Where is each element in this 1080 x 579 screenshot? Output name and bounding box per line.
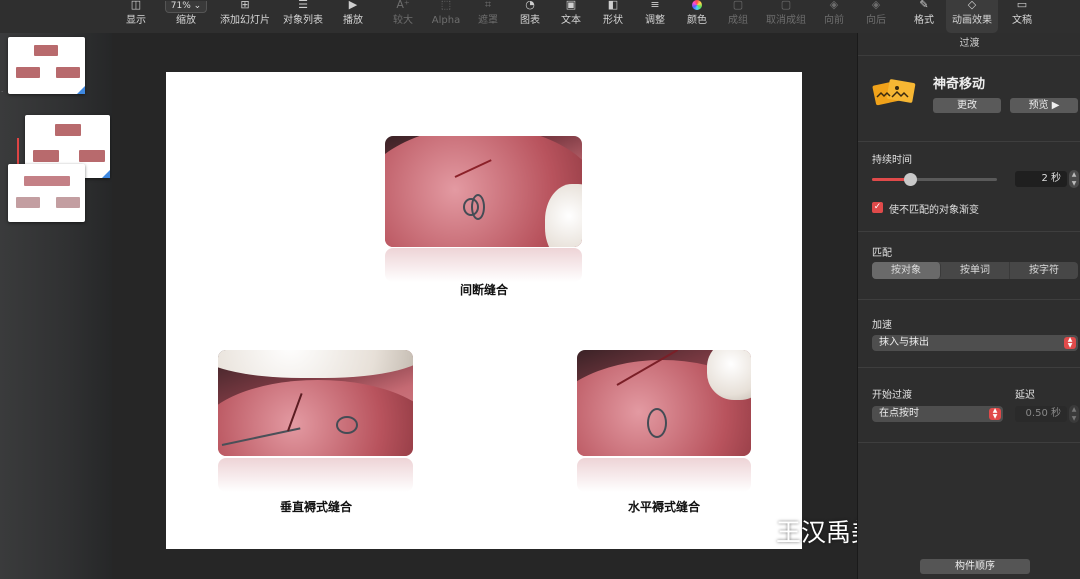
shape-icon: ◧: [607, 0, 619, 11]
selection-corner: [102, 170, 110, 178]
zoom-value[interactable]: 71% ⌄: [165, 1, 207, 13]
slide-navigator: ·: [0, 33, 112, 579]
select-arrow-icon: ▲ ▼: [1064, 337, 1076, 349]
caption-interrupted: 间断缝合: [459, 283, 509, 297]
slide-canvas[interactable]: 间断缝合 垂直褥式缝合 水平褥式缝合: [166, 72, 802, 549]
photo-reflection: [577, 458, 751, 492]
toolbar-mask-button[interactable]: ⌗ 遮罩: [478, 0, 498, 33]
toolbar-send-backward-button[interactable]: ◈ 向后: [866, 0, 886, 33]
selection-corner: [77, 86, 85, 94]
text-icon: ▣: [565, 0, 577, 11]
select-arrow-icon: ▲ ▼: [989, 408, 1001, 420]
ungroup-icon: ▢: [780, 0, 792, 11]
toolbar-format-button[interactable]: ✎ 格式: [914, 0, 934, 33]
wechat-icon: [736, 517, 771, 544]
format-brush-icon: ✎: [919, 0, 929, 11]
slide-thumbnail-3[interactable]: [8, 164, 85, 222]
list-icon: ☰: [298, 0, 308, 11]
toolbar-text-button[interactable]: ▣ 文本: [561, 0, 581, 33]
caption-vertical-mattress: 垂直褥式缝合: [279, 500, 353, 514]
group-icon: ▢: [732, 0, 744, 11]
delay-field[interactable]: 0.50 秒: [1015, 406, 1067, 422]
duration-label: 持续时间: [872, 155, 912, 166]
toolbar-adjust-button[interactable]: ≡ 调整: [645, 0, 665, 33]
start-transition-select[interactable]: 在点按时 ▲ ▼: [872, 406, 1003, 422]
toolbar: ◫ 显示 71% ⌄ 缩放 ⊞ 添加幻灯片 ☰ 对象列表 ▶ 播放 A⁺ 较大 …: [0, 0, 1080, 34]
toolbar-play-button[interactable]: ▶ 播放: [343, 0, 363, 33]
fade-checkbox-label: 使不匹配的对象渐变: [889, 205, 979, 216]
toolbar-animate-button[interactable]: ◇ 动画效果: [946, 0, 998, 33]
match-label: 匹配: [872, 248, 892, 259]
build-order-button[interactable]: 构件顺序: [920, 559, 1030, 574]
bring-forward-icon: ◈: [829, 0, 839, 11]
suture-photo-interrupted[interactable]: [385, 136, 582, 247]
toolbar-alpha-button[interactable]: ⬚ Alpha: [432, 0, 460, 33]
toolbar-zoom-button[interactable]: 71% ⌄ 缩放: [165, 0, 207, 33]
toolbar-color-button[interactable]: 颜色: [687, 0, 707, 33]
color-wheel-icon: [692, 0, 702, 10]
adjust-icon: ≡: [650, 0, 660, 11]
effect-name: 神奇移动: [933, 77, 986, 92]
photo-reflection: [218, 458, 413, 492]
toolbar-group-button[interactable]: ▢ 成组: [728, 0, 748, 33]
document-icon: ▭: [1016, 0, 1028, 11]
suture-photo-horizontal-mattress[interactable]: [577, 350, 751, 456]
match-segmented-control: 按对象 按单词 按字符: [872, 262, 1078, 279]
add-slide-icon: ⊞: [240, 0, 250, 11]
preview-button[interactable]: 预览 ▶: [1010, 98, 1078, 113]
suture-photo-vertical-mattress[interactable]: [218, 350, 413, 456]
change-effect-button[interactable]: 更改: [933, 98, 1001, 113]
delay-stepper[interactable]: ▲ ▼: [1069, 405, 1079, 423]
duration-field[interactable]: 2 秒: [1015, 171, 1067, 187]
duration-stepper[interactable]: ▲ ▼: [1069, 170, 1079, 188]
match-by-word[interactable]: 按单词: [941, 262, 1010, 279]
inspector-title: 过渡: [858, 33, 1080, 56]
magic-move-icon: [872, 79, 916, 106]
fade-checkbox[interactable]: ✓: [872, 202, 883, 213]
slide-thumbnail-1[interactable]: [8, 37, 85, 94]
transition-inspector: 过渡 神奇移动 更改 预览 ▶ 持续时间 2 秒 ▲ ▼ ✓ 使不匹配的对象渐变 …: [857, 33, 1080, 579]
acceleration-select[interactable]: 抹入与抹出 ▲ ▼: [872, 335, 1078, 351]
match-by-object[interactable]: 按对象: [872, 262, 941, 279]
mask-icon: ⌗: [484, 0, 492, 11]
caption-horizontal-mattress: 水平褥式缝合: [627, 500, 701, 514]
toolbar-chart-button[interactable]: ◔ 图表: [520, 0, 540, 33]
toolbar-shape-button[interactable]: ◧ 形状: [603, 0, 623, 33]
play-icon: ▶: [348, 0, 358, 11]
toolbar-object-list-button[interactable]: ☰ 对象列表: [283, 0, 323, 33]
photo-reflection: [385, 248, 582, 282]
start-transition-label: 开始过渡: [872, 390, 912, 401]
duration-slider[interactable]: [872, 173, 997, 186]
sidebar-icon: ◫: [130, 0, 142, 11]
match-by-character[interactable]: 按字符: [1010, 262, 1078, 279]
alpha-icon: ⬚: [440, 0, 452, 11]
delay-label: 延迟: [1015, 390, 1035, 401]
send-backward-icon: ◈: [871, 0, 881, 11]
toolbar-bring-forward-button[interactable]: ◈ 向前: [824, 0, 844, 33]
chart-icon: ◔: [525, 0, 535, 11]
slide-number: ·: [1, 88, 4, 96]
animate-icon: ◇: [967, 0, 977, 11]
acceleration-label: 加速: [872, 320, 892, 331]
duration-slider-knob[interactable]: [903, 173, 917, 186]
toolbar-larger-button[interactable]: A⁺ 较大: [393, 0, 413, 33]
toolbar-document-button[interactable]: ▭ 文稿: [1012, 0, 1032, 33]
toolbar-add-slide-button[interactable]: ⊞ 添加幻灯片: [220, 0, 270, 33]
toolbar-ungroup-button[interactable]: ▢ 取消成组: [766, 0, 806, 33]
text-larger-icon: A⁺: [396, 0, 410, 11]
toolbar-view-button[interactable]: ◫ 显示: [126, 0, 146, 33]
